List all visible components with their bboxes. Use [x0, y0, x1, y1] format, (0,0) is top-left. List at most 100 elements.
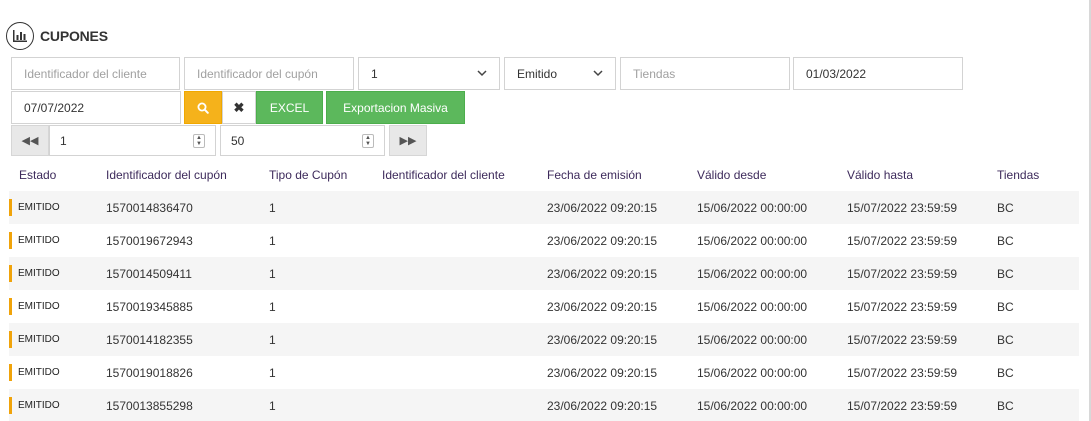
cell-valid-to: 15/07/2022 23:59:59	[847, 365, 958, 380]
last-page-button[interactable]: ▶▶	[389, 125, 427, 156]
chevron-down-icon	[477, 70, 487, 77]
coupon-type-select[interactable]: 1	[358, 57, 500, 90]
status-text: EMITIDO	[18, 334, 60, 345]
mass-export-button-label: Exportacion Masiva	[343, 100, 448, 115]
table-row[interactable]: EMITIDO 1570014509411 1 23/06/2022 09:20:15…	[9, 257, 1079, 290]
column-header: Válido hasta	[847, 167, 914, 182]
cell-type: 1	[269, 266, 276, 281]
bar-chart-icon	[6, 22, 34, 50]
cell-stores: BC	[997, 266, 1014, 281]
search-button[interactable]	[184, 91, 222, 124]
coupons-table: Estado Identificador del cupón Tipo de C…	[9, 158, 1079, 421]
cell-stores: BC	[997, 299, 1014, 314]
column-header: Estado	[19, 167, 57, 182]
status-text: EMITIDO	[18, 400, 60, 411]
status-badge: EMITIDO	[9, 265, 60, 282]
column-header: Tipo de Cupón	[269, 167, 348, 182]
status-select[interactable]: Emitido	[504, 57, 616, 90]
coupon-type-value: 1	[371, 66, 378, 81]
page-title: CUPONES	[40, 28, 108, 44]
date-to-value: 07/07/2022	[24, 100, 85, 115]
table-header: Estado Identificador del cupón Tipo de C…	[9, 158, 1079, 191]
page-number-input[interactable]: 1 ▲ ▼	[49, 125, 216, 156]
excel-button-label: EXCEL	[269, 100, 310, 115]
table-row[interactable]: EMITIDO 1570013855298 1 23/06/2022 09:20:15…	[9, 389, 1079, 421]
date-from-value: 01/03/2022	[806, 66, 867, 81]
cell-stores: BC	[997, 233, 1014, 248]
cell-issued: 23/06/2022 09:20:15	[547, 299, 658, 314]
clear-button[interactable]: ✖	[222, 91, 256, 124]
status-indicator	[9, 265, 12, 282]
status-badge: EMITIDO	[9, 232, 60, 249]
coupon-id-input[interactable]: Identificador del cupón	[184, 57, 354, 90]
cell-type: 1	[269, 233, 276, 248]
cell-issued: 23/06/2022 09:20:15	[547, 398, 658, 413]
table-body: EMITIDO 1570014836470 1 23/06/2022 09:20:15…	[9, 191, 1079, 421]
cell-valid-to: 15/07/2022 23:59:59	[847, 398, 958, 413]
table-row[interactable]: EMITIDO 1570019672943 1 23/06/2022 09:20:15…	[9, 224, 1079, 257]
cell-coupon-id: 1570019018826	[106, 365, 193, 380]
page-size-value: 50	[231, 133, 245, 148]
status-badge: EMITIDO	[9, 199, 60, 216]
cell-valid-from: 15/06/2022 00:00:00	[697, 233, 808, 248]
chevron-down-icon	[593, 70, 603, 77]
cell-type: 1	[269, 200, 276, 215]
spinner-icon[interactable]: ▲ ▼	[362, 133, 374, 148]
column-header: Identificador del cupón	[106, 167, 227, 182]
cell-type: 1	[269, 365, 276, 380]
status-text: EMITIDO	[18, 301, 60, 312]
status-indicator	[9, 298, 12, 315]
table-row[interactable]: EMITIDO 1570014836470 1 23/06/2022 09:20:15…	[9, 191, 1079, 224]
coupon-id-placeholder: Identificador del cupón	[197, 66, 318, 81]
cell-issued: 23/06/2022 09:20:15	[547, 365, 658, 380]
first-page-button[interactable]: ◀◀	[11, 125, 49, 156]
customer-id-placeholder: Identificador del cliente	[24, 66, 147, 81]
cell-valid-to: 15/07/2022 23:59:59	[847, 200, 958, 215]
date-to-input[interactable]: 07/07/2022	[11, 91, 181, 124]
cell-valid-to: 15/07/2022 23:59:59	[847, 299, 958, 314]
cell-coupon-id: 1570014836470	[106, 200, 193, 215]
table-row[interactable]: EMITIDO 1570014182355 1 23/06/2022 09:20:15…	[9, 323, 1079, 356]
search-icon	[197, 102, 209, 114]
column-header: Identificador del cliente	[382, 167, 505, 182]
cell-valid-to: 15/07/2022 23:59:59	[847, 233, 958, 248]
cell-stores: BC	[997, 398, 1014, 413]
status-badge: EMITIDO	[9, 331, 60, 348]
cell-valid-from: 15/06/2022 00:00:00	[697, 299, 808, 314]
cell-valid-from: 15/06/2022 00:00:00	[697, 365, 808, 380]
page-number-value: 1	[60, 133, 67, 148]
cell-issued: 23/06/2022 09:20:15	[547, 233, 658, 248]
cell-stores: BC	[997, 365, 1014, 380]
mass-export-button[interactable]: Exportacion Masiva	[326, 91, 465, 124]
spinner-icon[interactable]: ▲ ▼	[193, 133, 205, 148]
column-header: Válido desde	[697, 167, 767, 182]
status-indicator	[9, 331, 12, 348]
cell-coupon-id: 1570019345885	[106, 299, 193, 314]
status-text: EMITIDO	[18, 268, 60, 279]
double-chevron-left-icon: ◀◀	[21, 135, 39, 147]
status-indicator	[9, 364, 12, 381]
date-from-input[interactable]: 01/03/2022	[793, 57, 963, 90]
status-value: Emitido	[517, 66, 558, 81]
cell-type: 1	[269, 332, 276, 347]
cell-valid-from: 15/06/2022 00:00:00	[697, 266, 808, 281]
page-size-input[interactable]: 50 ▲ ▼	[220, 125, 385, 156]
status-text: EMITIDO	[18, 202, 60, 213]
excel-button[interactable]: EXCEL	[256, 91, 323, 124]
status-badge: EMITIDO	[9, 298, 60, 315]
cell-coupon-id: 1570019672943	[106, 233, 193, 248]
table-row[interactable]: EMITIDO 1570019345885 1 23/06/2022 09:20:15…	[9, 290, 1079, 323]
customer-id-input[interactable]: Identificador del cliente	[11, 57, 180, 90]
cell-issued: 23/06/2022 09:20:15	[547, 332, 658, 347]
cell-coupon-id: 1570013855298	[106, 398, 193, 413]
table-row[interactable]: EMITIDO 1570019018826 1 23/06/2022 09:20:15…	[9, 356, 1079, 389]
stores-placeholder: Tiendas	[633, 66, 676, 81]
close-icon: ✖	[233, 99, 245, 115]
cell-valid-from: 15/06/2022 00:00:00	[697, 200, 808, 215]
cell-coupon-id: 1570014182355	[106, 332, 193, 347]
cell-type: 1	[269, 299, 276, 314]
stores-input[interactable]: Tiendas	[620, 57, 790, 90]
column-header: Tiendas	[997, 167, 1040, 182]
status-text: EMITIDO	[18, 367, 60, 378]
cell-issued: 23/06/2022 09:20:15	[547, 266, 658, 281]
